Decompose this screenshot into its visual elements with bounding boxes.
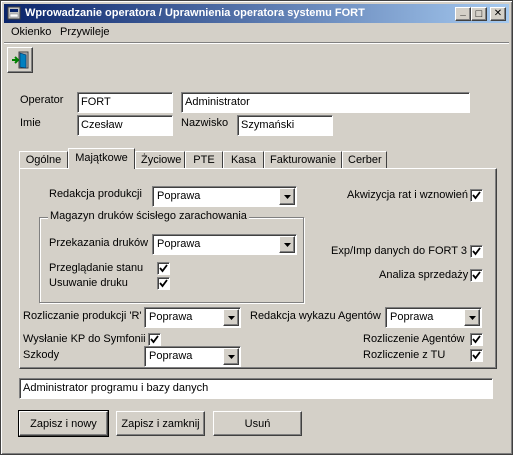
checkmark-icon [472,247,481,256]
maximize-button[interactable]: □ [471,7,487,21]
analiza-checkbox[interactable] [470,269,483,282]
checkmark-icon [159,279,168,288]
redakcja-wykazu-value: Poprawa [390,311,434,323]
magazyn-legend: Magazyn druków ścisłego zarachowania [48,210,249,222]
imie-label: Imie [20,117,41,129]
przekazania-value: Poprawa [157,238,201,250]
nazwisko-label: Nazwisko [181,117,229,129]
minimize-button[interactable]: _ [455,7,471,21]
delete-button[interactable]: Usuń [213,411,302,436]
redakcja-wykazu-label: Redakcja wykazu Agentów [250,310,381,322]
checkmark-icon [472,351,481,360]
redakcja-produkcji-select[interactable]: Poprawa [152,186,297,207]
redakcja-produkcji-value: Poprawa [157,190,201,202]
przegladanie-label: Przeglądanie stanu [49,262,144,274]
checkmark-icon [150,335,159,344]
exp-imp-checkbox[interactable] [470,245,483,258]
operator-window: Wprowadzanie operatora / Uprawnienia ope… [0,0,513,455]
imie-field[interactable]: Czesław [77,115,173,136]
exp-imp-label: Exp/Imp danych do FORT 3 [331,245,467,257]
menu-przywileje[interactable]: Przywileje [60,26,110,38]
menu-okienko[interactable]: Okienko [11,26,51,38]
redakcja-produkcji-label: Redakcja produkcji [49,188,142,200]
szkody-value: Poprawa [149,350,193,362]
szkody-select[interactable]: Poprawa [144,346,241,367]
analiza-label: Analiza sprzedaży [379,269,469,281]
wyslanie-kp-label: Wysłanie KP do Symfonii [23,333,146,345]
tab-cerber[interactable]: Cerber [342,151,387,169]
szkody-label: Szkody [23,349,60,361]
checkmark-icon [472,191,481,200]
window-title: Wprowadzanie operatora / Uprawnienia ope… [25,7,365,19]
exit-door-icon [12,51,29,69]
close-icon: ✕ [493,8,503,19]
title-bar[interactable]: Wprowadzanie operatora / Uprawnienia ope… [4,4,509,23]
usuwanie-checkbox[interactable] [157,277,170,290]
minimize-icon: _ [460,6,466,17]
operator-name-field[interactable]: Administrator [181,92,470,113]
akwizycja-label: Akwizycja rat i wznowień [347,189,469,201]
tab-ogolne[interactable]: Ogólne [19,151,68,169]
rozliczanie-r-label: Rozliczanie produkcji 'R' [23,310,142,322]
tab-pte[interactable]: PTE [185,151,223,169]
close-button[interactable]: ✕ [490,7,506,21]
magazyn-group: Magazyn druków ścisłego zarachowania [39,210,304,303]
description-field[interactable]: Administrator programu i bazy danych [19,378,493,399]
chevron-down-icon[interactable] [279,236,295,253]
toolbar-separator [4,42,509,44]
app-icon [7,6,21,20]
tab-zyciowe[interactable]: Życiowe [135,151,185,169]
save-and-close-button[interactable]: Zapisz i zamknij [116,411,205,436]
nazwisko-field[interactable]: Szymański [237,115,333,136]
rozliczenie-agentow-checkbox[interactable] [470,333,483,346]
chevron-down-icon[interactable] [223,309,239,326]
tab-majatkowe[interactable]: Majątkowe [68,148,135,169]
przekazania-label: Przekazania druków [49,237,149,249]
usuwanie-label: Usuwanie druku [49,277,128,289]
rozliczanie-r-value: Poprawa [149,311,193,323]
tab-kasa[interactable]: Kasa [223,151,264,169]
operator-code-field[interactable]: FORT [77,92,173,113]
rozliczenie-tu-label: Rozliczenie z TU [363,349,446,361]
maximize-icon: □ [475,7,483,20]
przekazania-select[interactable]: Poprawa [152,234,297,255]
chevron-down-icon[interactable] [464,309,480,326]
akwizycja-checkbox[interactable] [470,189,483,202]
chevron-down-icon[interactable] [279,188,295,205]
wyslanie-kp-checkbox[interactable] [148,333,161,346]
rozliczanie-r-select[interactable]: Poprawa [144,307,241,328]
exit-button[interactable] [7,47,33,73]
checkmark-icon [472,271,481,280]
chevron-down-icon[interactable] [223,348,239,365]
przegladanie-checkbox[interactable] [157,262,170,275]
rozliczenie-agentow-label: Rozliczenie Agentów [363,333,465,345]
operator-label: Operator [20,94,64,106]
checkmark-icon [159,264,168,273]
redakcja-wykazu-select[interactable]: Poprawa [385,307,482,328]
checkmark-icon [472,335,481,344]
save-and-new-button[interactable]: Zapisz i nowy [18,410,109,437]
menu-bar: Okienko Przywileje [4,23,509,42]
rozliczenie-tu-checkbox[interactable] [470,349,483,362]
tab-fakturowanie[interactable]: Fakturowanie [264,151,342,169]
